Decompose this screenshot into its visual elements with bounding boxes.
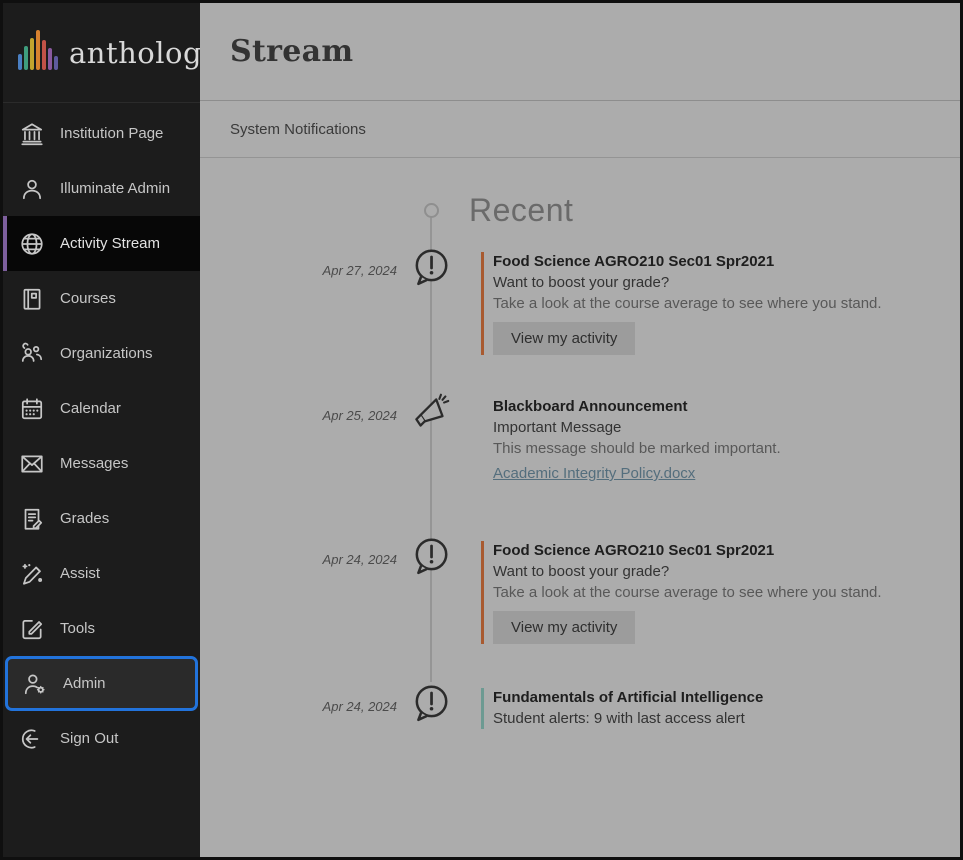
sidebar-item-label: Tools: [60, 620, 95, 637]
sidebar-item-label: Courses: [60, 290, 116, 307]
institution-icon: [18, 120, 45, 147]
sidebar-item-calendar[interactable]: Calendar: [3, 381, 200, 436]
app-window: anthology Institution Page Illuminate Adm…: [0, 0, 963, 860]
sidebar-item-label: Grades: [60, 510, 109, 527]
sidebar-item-activity-stream[interactable]: Activity Stream: [3, 216, 200, 271]
globe-icon: [18, 230, 45, 257]
messages-icon: [18, 450, 45, 477]
alert-bubble-icon: [410, 246, 452, 293]
person-icon: [18, 175, 45, 202]
main-panel: Stream System Notifications Recent Apr 2…: [200, 3, 960, 857]
subnav: System Notifications: [200, 101, 960, 158]
stream-item-date: Apr 24, 2024: [323, 552, 397, 567]
megaphone-icon: [408, 391, 454, 440]
sidebar-item-illuminate-admin[interactable]: Illuminate Admin: [3, 161, 200, 216]
sidebar-nav: Institution Page Illuminate Admin Activity…: [3, 103, 200, 766]
subnav-item-system-notifications[interactable]: System Notifications: [230, 121, 366, 138]
attachment-link[interactable]: Academic Integrity Policy.docx: [493, 465, 695, 482]
stream-item: Apr 27, 2024 Food Science AGRO210 Sec01 S…: [200, 252, 960, 355]
sidebar-item-institution-page[interactable]: Institution Page: [3, 106, 200, 161]
page-header: Stream: [200, 3, 960, 101]
sidebar-item-courses[interactable]: Courses: [3, 271, 200, 326]
courses-icon: [18, 285, 45, 312]
page-title: Stream: [230, 34, 353, 69]
stream-item-line2: Take a look at the course average to see…: [493, 582, 882, 603]
tools-icon: [18, 615, 45, 642]
recent-section-header: Recent: [200, 190, 960, 230]
sidebar: anthology Institution Page Illuminate Adm…: [3, 3, 200, 857]
view-my-activity-button[interactable]: View my activity: [493, 611, 635, 644]
stream-item-title: Food Science AGRO210 Sec01 Spr2021: [493, 541, 882, 561]
sidebar-item-label: Assist: [60, 565, 100, 582]
sidebar-item-label: Activity Stream: [60, 235, 160, 252]
sidebar-item-label: Admin: [63, 675, 106, 692]
stream-item-line1: Want to boost your grade?: [493, 561, 882, 582]
sidebar-item-messages[interactable]: Messages: [3, 436, 200, 491]
calendar-icon: [18, 395, 45, 422]
recent-section-title: Recent: [469, 192, 573, 229]
timeline-start-dot: [424, 203, 439, 218]
stream-item-line2: This message should be marked important.: [493, 438, 781, 459]
stream-item-list: Apr 27, 2024 Food Science AGRO210 Sec01 S…: [200, 252, 960, 729]
assist-icon: [18, 560, 45, 587]
stream-item-line1: Important Message: [493, 417, 781, 438]
stream-item-title: Fundamentals of Artificial Intelligence: [493, 688, 763, 708]
anthology-logo-text: anthology: [69, 36, 219, 70]
anthology-logo-icon: [16, 27, 60, 78]
stream-item-title: Blackboard Announcement: [493, 397, 781, 417]
admin-icon: [21, 670, 48, 697]
alert-bubble-icon: [410, 535, 452, 582]
stream-item: Apr 24, 2024 Fundamentals of Artificial I…: [200, 688, 960, 729]
view-my-activity-button[interactable]: View my activity: [493, 322, 635, 355]
sidebar-item-label: Sign Out: [60, 730, 118, 747]
stream-item-line2: Take a look at the course average to see…: [493, 293, 882, 314]
activity-stream: Recent Apr 27, 2024 Food Science AGRO210 …: [200, 158, 960, 857]
stream-item-date: Apr 24, 2024: [323, 699, 397, 714]
organizations-icon: [18, 340, 45, 367]
sidebar-item-label: Calendar: [60, 400, 121, 417]
alert-bubble-icon: [410, 682, 452, 729]
stream-item-title: Food Science AGRO210 Sec01 Spr2021: [493, 252, 882, 272]
stream-item: Apr 25, 2024 Blackboard AnnouncementImpor…: [200, 397, 960, 483]
stream-item-date: Apr 27, 2024: [323, 263, 397, 278]
anthology-logo: anthology: [3, 3, 200, 103]
sidebar-item-tools[interactable]: Tools: [3, 601, 200, 656]
stream-item-date: Apr 25, 2024: [323, 408, 397, 423]
sidebar-item-grades[interactable]: Grades: [3, 491, 200, 546]
sidebar-item-admin[interactable]: Admin: [5, 656, 198, 711]
sidebar-item-organizations[interactable]: Organizations: [3, 326, 200, 381]
signout-icon: [18, 725, 45, 752]
sidebar-item-label: Messages: [60, 455, 128, 472]
sidebar-item-assist[interactable]: Assist: [3, 546, 200, 601]
stream-item-line1: Want to boost your grade?: [493, 272, 882, 293]
sidebar-item-sign-out[interactable]: Sign Out: [3, 711, 200, 766]
stream-item: Apr 24, 2024 Food Science AGRO210 Sec01 S…: [200, 541, 960, 644]
stream-item-line1: Student alerts: 9 with last access alert: [493, 708, 763, 729]
sidebar-item-label: Organizations: [60, 345, 153, 362]
sidebar-item-label: Institution Page: [60, 125, 163, 142]
grades-icon: [18, 505, 45, 532]
sidebar-item-label: Illuminate Admin: [60, 180, 170, 197]
